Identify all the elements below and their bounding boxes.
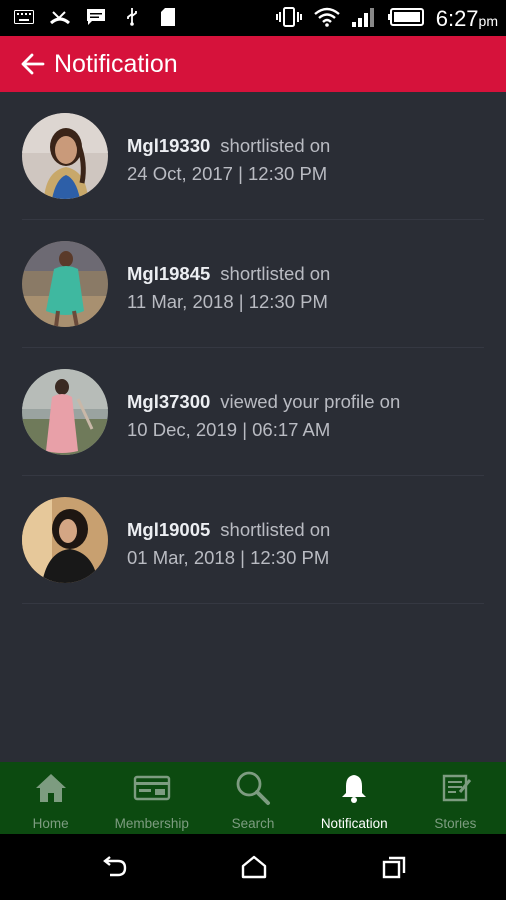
nav-item-membership[interactable]: Membership [101, 762, 202, 834]
notification-date: 24 Oct, 2017 | 12:30 PM [127, 163, 328, 184]
bottom-nav: Home Membership Search Notification Stor… [0, 762, 506, 834]
notification-date: 11 Mar, 2018 | 12:30 PM [127, 291, 328, 312]
notification-item[interactable]: Mgl19005 shortlisted on 01 Mar, 2018 | 12… [0, 476, 506, 604]
notification-list: Mgl19330 shortlisted on 24 Oct, 2017 | 12… [0, 92, 506, 604]
nav-item-stories[interactable]: Stories [405, 762, 506, 834]
nav-item-home[interactable]: Home [0, 762, 101, 834]
notification-action: shortlisted on [220, 135, 331, 156]
nav-label: Search [231, 816, 275, 831]
notification-text: Mgl19005 shortlisted on [127, 519, 330, 541]
nav-item-notification[interactable]: Notification [304, 762, 405, 834]
wifi-icon [313, 7, 340, 32]
notification-user[interactable]: Mgl19845 [127, 263, 210, 284]
home-icon [35, 774, 66, 802]
search-icon [236, 771, 270, 805]
status-time-value: 6:27 [435, 6, 479, 31]
status-right-icons: 6:27pm [275, 6, 498, 32]
signal-icon [351, 7, 376, 32]
status-time: 6:27pm [436, 6, 498, 32]
system-back-button[interactable] [99, 854, 129, 880]
avatar[interactable] [22, 369, 108, 455]
back-icon [103, 856, 127, 877]
nav-label: Stories [434, 816, 477, 831]
notification-item[interactable]: Mgl19330 shortlisted on 24 Oct, 2017 | 12… [0, 92, 506, 220]
missed-call-icon [50, 8, 70, 26]
sd-card-icon [158, 8, 178, 26]
notification-user[interactable]: Mgl19330 [127, 135, 210, 156]
notification-date: 10 Dec, 2019 | 06:17 AM [127, 419, 331, 440]
bell-icon [342, 775, 367, 803]
keyboard-icon [14, 8, 34, 26]
system-home-button[interactable] [239, 854, 269, 880]
recents-icon [382, 856, 406, 879]
notification-item[interactable]: Mgl37300 viewed your profile on 10 Dec, 2… [0, 348, 506, 476]
notification-text: Mgl19845 shortlisted on [127, 263, 330, 285]
nav-item-search[interactable]: Search [202, 762, 303, 834]
nav-label: Notification [320, 816, 388, 831]
home-circle-icon [241, 855, 267, 879]
system-nav [0, 834, 506, 900]
message-icon [86, 8, 106, 26]
status-time-ampm: pm [478, 13, 498, 29]
page-title: Notification [54, 49, 178, 78]
arrow-back-icon [21, 53, 45, 75]
notification-user[interactable]: Mgl37300 [127, 391, 210, 412]
avatar[interactable] [22, 113, 108, 199]
notification-item[interactable]: Mgl19845 shortlisted on 11 Mar, 2018 | 12… [0, 220, 506, 348]
avatar[interactable] [22, 497, 108, 583]
nav-label: Home [32, 816, 69, 831]
notification-text: Mgl19330 shortlisted on [127, 135, 330, 157]
status-bar: 6:27pm [0, 0, 506, 36]
notification-action: shortlisted on [220, 263, 331, 284]
nav-label: Membership [114, 816, 189, 831]
system-recents-button[interactable] [379, 854, 409, 880]
status-left-icons [14, 8, 178, 26]
notification-action: viewed your profile on [220, 391, 401, 412]
notification-date: 01 Mar, 2018 | 12:30 PM [127, 547, 330, 568]
notification-user[interactable]: Mgl19005 [127, 519, 210, 540]
notification-text: Mgl37300 viewed your profile on [127, 391, 400, 413]
stories-icon [443, 774, 472, 802]
usb-icon [122, 8, 142, 26]
membership-card-icon [133, 775, 170, 801]
vibrate-icon [275, 6, 302, 32]
back-button[interactable] [6, 36, 58, 92]
app-header: Notification [0, 36, 506, 92]
notification-action: shortlisted on [220, 519, 331, 540]
avatar[interactable] [22, 241, 108, 327]
battery-icon [387, 7, 424, 32]
